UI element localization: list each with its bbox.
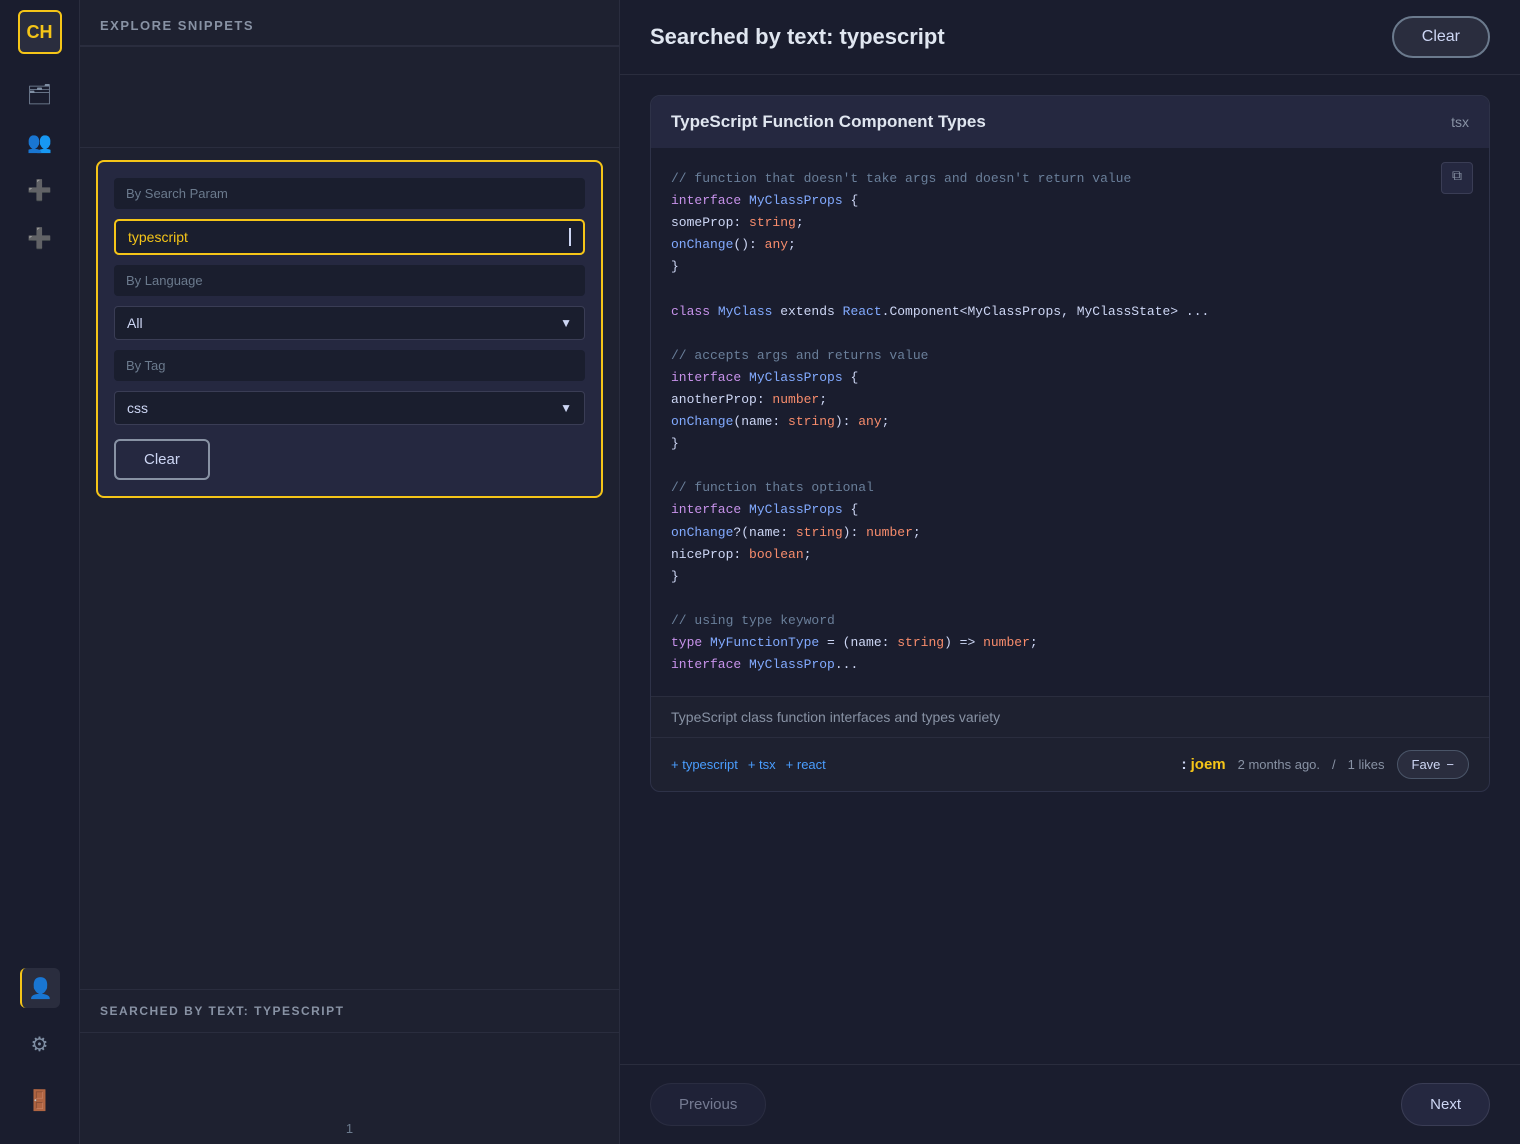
sidebar: CH 🗂 👥 ➕ ➕ 👤 ⚙ 🚪 <box>0 0 80 1144</box>
code-line-9: anotherProp: number; <box>671 389 1469 411</box>
main-content: Searched by text: typescript Clear TypeS… <box>620 0 1520 1144</box>
folder-icon[interactable]: 🗂 <box>20 74 60 114</box>
language-select[interactable]: All ▼ <box>114 306 585 340</box>
snippet-author: : joem <box>1181 756 1225 773</box>
left-panel-title: Explore Snippets <box>80 0 619 46</box>
main-title: Searched by text: typescript <box>650 24 945 50</box>
fave-label: Fave <box>1412 757 1441 772</box>
snippet-footer: + typescript + tsx + react : joem 2 mont… <box>651 737 1489 791</box>
searched-label: Searched By Text: TypeScript <box>80 989 619 1032</box>
likes-separator: / <box>1332 757 1336 772</box>
clear-filter-button[interactable]: Clear <box>114 439 210 480</box>
snippet-tags: + typescript + tsx + react <box>671 757 826 772</box>
code-line-17: // using type keyword <box>671 610 1469 632</box>
settings-icon[interactable]: ⚙ <box>20 1024 60 1064</box>
divider-2 <box>80 147 619 148</box>
code-line-12: // function thats optional <box>671 477 1469 499</box>
code-line-2: interface MyClassProps { <box>671 190 1469 212</box>
code-line-7: // accepts args and returns value <box>671 345 1469 367</box>
search-input-wrapper[interactable] <box>114 219 585 255</box>
code-line-11: } <box>671 433 1469 455</box>
code-line-3: someProp: string; <box>671 212 1469 234</box>
copy-button[interactable]: ⧉ <box>1441 162 1473 194</box>
chevron-down-icon: ▼ <box>560 316 572 330</box>
bottom-nav: Previous Next <box>620 1064 1520 1144</box>
tag-value: css <box>127 400 148 416</box>
snippet-title: TypeScript Function Component Types <box>671 112 986 132</box>
code-line-15: niceProp: boolean; <box>671 544 1469 566</box>
text-cursor <box>569 228 571 246</box>
code-line-19: interface MyClassProp... <box>671 654 1469 676</box>
code-line-8: interface MyClassProps { <box>671 367 1469 389</box>
next-button[interactable]: Next <box>1401 1083 1490 1126</box>
main-body: TypeScript Function Component Types tsx … <box>620 75 1520 1064</box>
code-line-4: onChange(): any; <box>671 234 1469 256</box>
snippet-card-header: TypeScript Function Component Types tsx <box>651 96 1489 148</box>
clear-main-button[interactable]: Clear <box>1392 16 1490 58</box>
code-line-18: type MyFunctionType = (name: string) => … <box>671 632 1469 654</box>
snippet-timestamp: 2 months ago. <box>1238 757 1320 772</box>
previous-button[interactable]: Previous <box>650 1083 766 1126</box>
snippet-card: TypeScript Function Component Types tsx … <box>650 95 1490 792</box>
search-form: By Search Param By Language All ▼ By Tag… <box>96 160 603 498</box>
language-value: All <box>127 315 143 331</box>
spacer-middle <box>80 510 619 989</box>
snippet-lang-badge: tsx <box>1451 114 1469 130</box>
spacer-top <box>80 47 619 147</box>
code-line-10: onChange(name: string): any; <box>671 411 1469 433</box>
code-line-5: } <box>671 256 1469 278</box>
by-search-param-label: By Search Param <box>114 178 585 209</box>
code-line-1: // function that doesn't take args and d… <box>671 168 1469 190</box>
code-line-14: onChange?(name: string): number; <box>671 522 1469 544</box>
code-line-6: class MyClass extends React.Component<My… <box>671 301 1469 323</box>
logout-icon[interactable]: 🚪 <box>20 1080 60 1120</box>
tag-select[interactable]: css ▼ <box>114 391 585 425</box>
code-line-13: interface MyClassProps { <box>671 499 1469 521</box>
left-panel: Explore Snippets By Search Param By Lang… <box>80 0 620 1144</box>
snippet-likes: 1 likes <box>1348 757 1385 772</box>
chevron-down-tag-icon: ▼ <box>560 401 572 415</box>
snippet-meta: : joem 2 months ago. / 1 likes Fave − <box>1181 750 1469 779</box>
by-tag-label: By Tag <box>114 350 585 381</box>
tag-react[interactable]: + react <box>786 757 826 772</box>
snippet-code: ⧉ // function that doesn't take args and… <box>651 148 1489 696</box>
fave-minus-icon: − <box>1446 757 1454 772</box>
snippet-description: TypeScript class function interfaces and… <box>651 696 1489 737</box>
main-header: Searched by text: typescript Clear <box>620 0 1520 75</box>
users-icon[interactable]: 👥 <box>20 122 60 162</box>
fave-button[interactable]: Fave − <box>1397 750 1470 779</box>
add-collection-icon[interactable]: ➕ <box>20 218 60 258</box>
pagination-number: 1 <box>80 1113 619 1144</box>
user-profile-icon[interactable]: 👤 <box>20 968 60 1008</box>
by-language-label: By Language <box>114 265 585 296</box>
add-snippet-icon[interactable]: ➕ <box>20 170 60 210</box>
tag-tsx[interactable]: + tsx <box>748 757 776 772</box>
tag-typescript[interactable]: + typescript <box>671 757 738 772</box>
app-logo[interactable]: CH <box>18 10 62 54</box>
search-input[interactable] <box>128 229 567 245</box>
spacer-bottom <box>80 1033 619 1113</box>
code-line-16: } <box>671 566 1469 588</box>
